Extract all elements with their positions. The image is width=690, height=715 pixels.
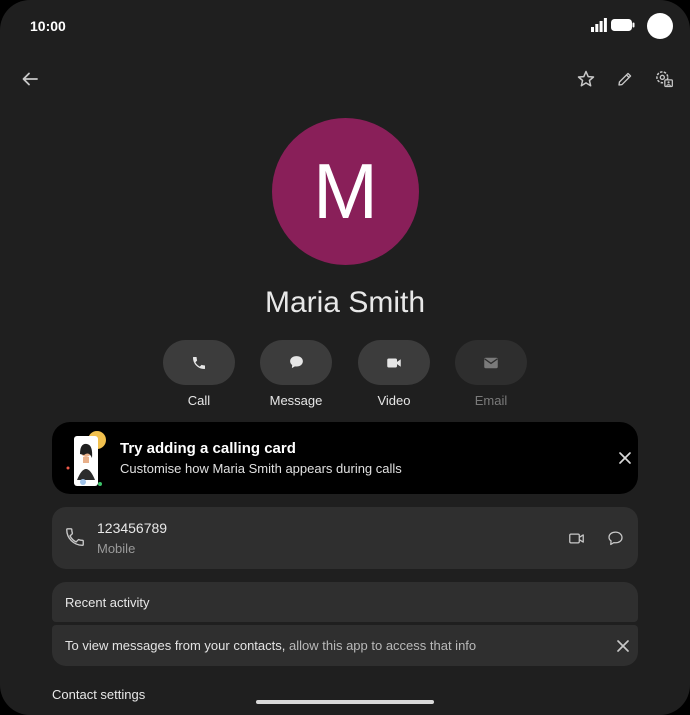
calling-card-title: Try adding a calling card	[120, 440, 296, 457]
close-icon	[617, 640, 629, 652]
star-outline-icon	[577, 70, 595, 87]
email-action: Email	[455, 340, 527, 408]
chat-outline-icon	[607, 531, 623, 545]
permission-message: To view messages from your contacts,	[65, 638, 289, 653]
dismiss-calling-card-button[interactable]	[609, 442, 641, 474]
recent-activity-header: Recent activity	[52, 582, 638, 622]
calling-card-banner[interactable]: Try adding a calling card Customise how …	[52, 422, 638, 494]
signal-icon	[591, 18, 607, 32]
contact-settings-heading: Contact settings	[52, 687, 146, 702]
message-button[interactable]	[260, 340, 332, 385]
status-time: 10:00	[30, 18, 66, 34]
back-button[interactable]	[14, 63, 46, 95]
video-label: Video	[377, 393, 411, 408]
calling-card-illustration-icon	[66, 431, 106, 486]
contact-settings-button[interactable]	[648, 63, 680, 95]
avatar-initial: M	[313, 147, 378, 235]
contact-settings-icon	[656, 71, 673, 88]
video-call-button[interactable]	[560, 522, 592, 554]
email-button	[455, 340, 527, 385]
phone-number: 123456789	[97, 520, 168, 536]
message-action[interactable]: Message	[260, 340, 332, 408]
arrow-back-icon	[22, 72, 38, 86]
mail-icon	[484, 357, 498, 368]
videocam-outline-icon	[568, 533, 584, 543]
pencil-icon	[618, 72, 632, 86]
favorite-button[interactable]	[570, 63, 602, 95]
dismiss-permission-button[interactable]	[607, 630, 639, 662]
email-label: Email	[474, 393, 508, 408]
gesture-navigation-bar[interactable]	[256, 700, 434, 704]
chat-bubble-icon	[289, 356, 303, 369]
phone-type: Mobile	[97, 541, 136, 556]
video-action[interactable]: Video	[358, 340, 430, 408]
status-bar: 10:00	[0, 0, 690, 52]
phone-outline-icon	[66, 528, 84, 546]
allow-access-link[interactable]: allow this app to access that info	[289, 638, 476, 653]
send-message-button[interactable]	[599, 522, 631, 554]
call-button[interactable]	[163, 340, 235, 385]
video-button[interactable]	[358, 340, 430, 385]
close-icon	[619, 452, 631, 464]
recent-activity-title: Recent activity	[65, 595, 150, 610]
videocam-icon	[387, 358, 401, 367]
permission-text: To view messages from your contacts, all…	[65, 638, 476, 653]
contact-details-screen: 10:00 M Maria Smith Call Message Video E…	[0, 0, 690, 715]
message-label: Message	[269, 393, 323, 408]
phone-icon	[193, 356, 205, 369]
phone-number-entry[interactable]: 123456789 Mobile	[52, 507, 638, 569]
calling-card-subtitle: Customise how Maria Smith appears during…	[120, 461, 402, 476]
messages-permission-row: To view messages from your contacts, all…	[52, 625, 638, 666]
battery-icon	[611, 19, 635, 31]
contact-avatar[interactable]: M	[272, 118, 419, 265]
edit-button[interactable]	[609, 63, 641, 95]
camera-cutout	[647, 13, 673, 39]
call-label: Call	[187, 393, 211, 408]
call-action[interactable]: Call	[163, 340, 235, 408]
contact-name: Maria Smith	[264, 286, 426, 319]
